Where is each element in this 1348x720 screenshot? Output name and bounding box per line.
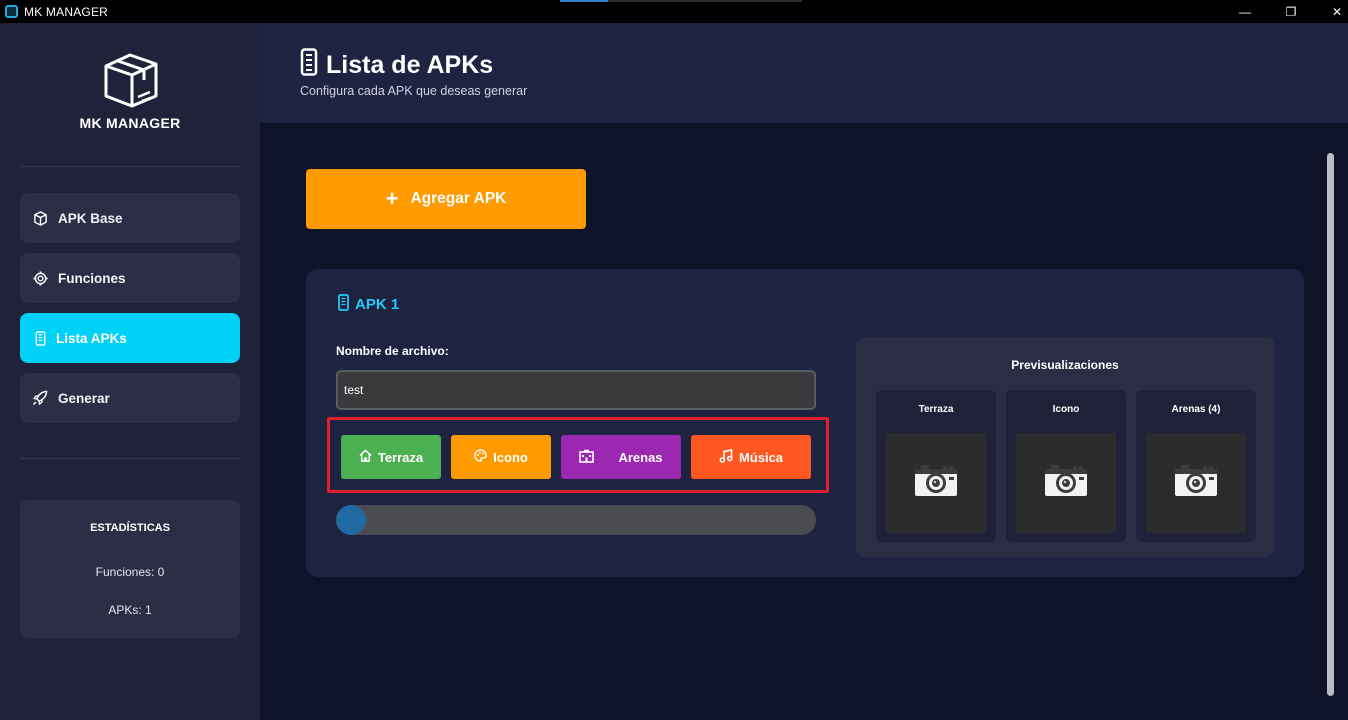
sidebar: MK MANAGER APK Base Funciones Lista APKs… — [0, 23, 260, 720]
apk-card-title: APK 1 — [338, 294, 399, 315]
sidebar-divider — [20, 458, 240, 459]
box-logo-icon — [100, 50, 160, 110]
sidebar-item-lista-apks[interactable]: Lista APKs — [20, 313, 240, 363]
add-apk-button[interactable]: + Agregar APK — [306, 169, 586, 229]
preview-image — [886, 433, 986, 533]
add-apk-label: Agregar APK — [410, 190, 507, 207]
apk-card-title-text: APK 1 — [355, 296, 400, 313]
page-subtitle: Configura cada APK que deseas generar — [300, 84, 528, 98]
musica-button[interactable]: Música — [691, 435, 811, 479]
sidebar-item-label: Lista APKs — [56, 330, 127, 346]
close-button[interactable]: ✕ — [1314, 0, 1348, 23]
sidebar-item-generar[interactable]: Generar — [20, 373, 240, 423]
app-name: MK MANAGER — [79, 115, 181, 131]
icono-button[interactable]: Icono — [451, 435, 551, 479]
preview-terraza: Terraza — [876, 390, 996, 542]
scrollbar[interactable] — [1327, 153, 1334, 696]
maximize-button[interactable]: ❐ — [1268, 0, 1314, 23]
sidebar-item-label: APK Base — [58, 210, 123, 226]
music-icon — [719, 448, 733, 466]
stats-panel: ESTADÍSTICAS Funciones: 0 APKs: 1 — [20, 500, 240, 638]
arenas-button[interactable]: Arenas — [561, 435, 681, 479]
filename-input[interactable] — [336, 370, 816, 410]
rocket-icon — [32, 390, 48, 406]
page-title: Lista de APKs — [300, 48, 493, 83]
gear-icon — [32, 270, 48, 286]
phone-icon — [32, 330, 48, 346]
preview-label: Arenas (4) — [1171, 404, 1221, 415]
plus-icon: + — [385, 186, 399, 211]
preview-label: Terraza — [918, 404, 954, 415]
terraza-label: Terraza — [377, 449, 424, 465]
building-icon — [579, 449, 595, 466]
preview-label: Icono — [1052, 404, 1080, 415]
sidebar-divider — [20, 166, 240, 167]
camera-icon — [913, 464, 959, 503]
titlebar-accent-track — [608, 0, 802, 2]
preview-image — [1146, 433, 1246, 533]
home-icon — [359, 449, 372, 465]
phone-icon — [300, 48, 318, 83]
previews-title: Previsualizaciones — [1011, 358, 1119, 372]
progress-bar — [336, 505, 816, 535]
icono-label: Icono — [493, 449, 528, 465]
stats-title: ESTADÍSTICAS — [90, 522, 170, 534]
filename-label: Nombre de archivo: — [336, 344, 449, 358]
arenas-label: Arenas — [618, 449, 663, 465]
stats-apks: APKs: 1 — [108, 603, 152, 617]
app-icon — [5, 5, 18, 18]
sidebar-item-label: Generar — [58, 390, 110, 406]
camera-icon — [1043, 464, 1089, 503]
sidebar-item-funciones[interactable]: Funciones — [20, 253, 240, 303]
phone-icon — [338, 294, 349, 315]
page-title-text: Lista de APKs — [326, 51, 494, 79]
stats-funciones: Funciones: 0 — [95, 565, 165, 579]
sidebar-item-label: Funciones — [58, 270, 126, 286]
musica-label: Música — [738, 449, 784, 465]
preview-arenas: Arenas (4) — [1136, 390, 1256, 542]
preview-image — [1016, 433, 1116, 533]
titlebar-accent — [560, 0, 608, 2]
terraza-button[interactable]: Terraza — [341, 435, 441, 479]
minimize-button[interactable]: — — [1222, 0, 1268, 23]
palette-icon — [474, 449, 487, 465]
window-titlebar: MK MANAGER — ❐ ✕ — [0, 0, 1348, 23]
preview-icono: Icono — [1006, 390, 1126, 542]
page-header: Lista de APKs Configura cada APK que des… — [260, 23, 1348, 123]
sidebar-item-apk-base[interactable]: APK Base — [20, 193, 240, 243]
window-title: MK MANAGER — [24, 4, 109, 19]
package-icon — [32, 210, 48, 226]
camera-icon — [1173, 464, 1219, 503]
progress-fill — [336, 505, 366, 535]
